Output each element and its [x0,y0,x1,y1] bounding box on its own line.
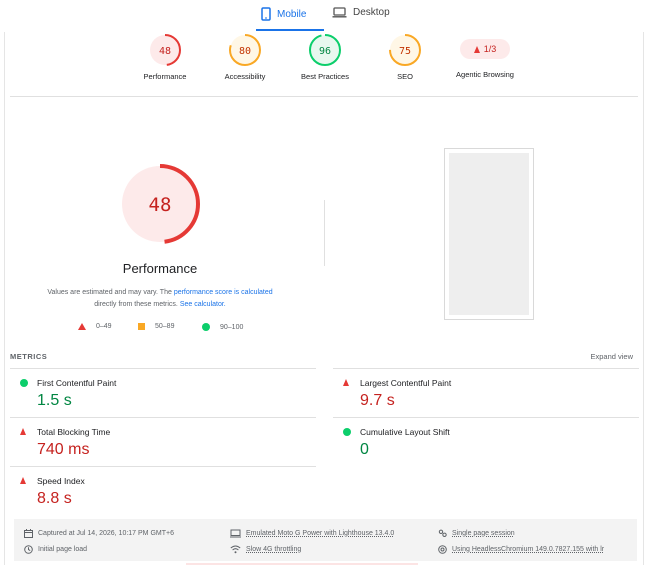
metric-label: Total Blocking Time [37,427,111,437]
browser-version[interactable]: Using HeadlessChromium 149.0.7827.155 wi… [438,545,633,554]
metric-total-blocking-time: Total Blocking Time 740 ms [10,417,316,465]
captured-at: Captured at Jul 14, 2026, 10:17 PM GMT+6 [24,529,174,538]
metric-largest-contentful-paint: Largest Contentful Paint 9.7 s [333,368,639,416]
summary-gauge-agentic-browsing[interactable]: 1/3 Agentic Browsing [440,33,530,79]
score-scale-legend: 0–49 50–89 90–100 [75,323,275,337]
laptop-icon [332,7,347,18]
device-icon [230,529,241,538]
active-tab-indicator [256,29,324,31]
average-square-icon [138,323,145,330]
metrics-title: METRICS [10,352,48,361]
fail-triangle-icon [343,379,349,386]
form-factor-tabs: Mobile Desktop [0,0,649,32]
browser-version-text: Using HeadlessChromium 149.0.7827.155 wi… [452,546,605,553]
initial-page-load: Initial page load [24,545,87,554]
performance-gauge: 48 [120,164,200,244]
legend-fail: 0–49 [78,323,112,330]
calculator-link[interactable]: See calculator. [180,301,226,308]
frame-border-right [643,32,644,565]
frame-border-left [4,32,5,565]
clock-icon [24,545,33,554]
agentic-score: 1/3 [483,44,497,54]
single-page-session-text: Single page session [452,530,515,537]
final-screenshot[interactable] [444,148,534,320]
metric-speed-index: Speed Index 8.8 s [10,466,316,514]
summary-gauge-seo[interactable]: 75 SEO [360,33,450,81]
gauge-ring-performance: 48 [149,34,181,66]
legend-pass: 90–100 [202,323,243,331]
metric-label: Cumulative Layout Shift [360,427,450,437]
gauge-label-agentic-browsing: Agentic Browsing [456,70,514,79]
vertical-divider [324,200,325,266]
performance-score: 48 [149,194,172,216]
calendar-icon [24,529,33,538]
initial-page-load-text: Initial page load [38,546,88,553]
metric-value: 740 ms [37,441,90,458]
summary-divider [10,96,638,97]
fail-triangle-icon [20,477,26,484]
emulated-device-text: Emulated Moto G Power with Lighthouse 13… [246,530,395,537]
metric-first-contentful-paint: First Contentful Paint 1.5 s [10,368,316,416]
gauge-score-performance: 48 [159,46,171,57]
metric-label: First Contentful Paint [37,378,117,388]
wifi-icon [230,545,241,554]
gauge-ring-accessibility: 80 [229,34,261,66]
gauge-label-accessibility: Accessibility [224,72,266,81]
pass-circle-icon [343,428,351,436]
metric-value: 9.7 s [360,392,395,409]
gauge-label-performance: Performance [143,72,187,81]
pass-circle-icon [20,379,28,387]
network-throttling-text: Slow 4G throttling [246,546,302,553]
summary-gauge-accessibility[interactable]: 80 Accessibility [200,33,290,81]
metrics-header: METRICS Expand view [10,352,636,366]
screenshot-image-placeholder [449,153,529,315]
metric-value: 1.5 s [37,392,72,409]
gauge-score-accessibility: 80 [239,46,251,57]
disclaimer-text-a: Values are estimated and may vary. The [47,289,172,296]
pass-circle-icon [202,323,210,331]
score-calculated-link[interactable]: performance score is calculated [174,289,273,296]
gauge-score-best-practices: 96 [319,46,331,57]
agentic-score-pill: 1/3 [460,39,510,59]
tab-desktop[interactable]: Desktop [332,7,390,18]
performance-title: Performance [122,261,198,276]
expand-view-toggle[interactable]: Expand view [590,352,633,361]
tab-mobile[interactable]: Mobile [261,7,306,21]
legend-fail-range: 0–49 [96,323,112,330]
metric-label: Largest Contentful Paint [360,378,452,388]
gauge-label-best-practices: Best Practices [301,72,349,81]
runtime-settings: Captured at Jul 14, 2026, 10:17 PM GMT+6… [14,519,637,561]
legend-pass-range: 90–100 [220,323,244,331]
emulated-device[interactable]: Emulated Moto G Power with Lighthouse 13… [230,529,394,538]
captured-at-text: Captured at Jul 14, 2026, 10:17 PM GMT+6 [38,530,174,537]
tab-mobile-label: Mobile [277,8,307,20]
summary-gauge-performance[interactable]: 48 Performance [120,33,210,81]
gauge-label-seo: SEO [397,72,413,81]
person-icon [438,529,447,538]
disclaimer-text-b: directly from these metrics. [94,301,178,308]
fail-triangle-icon [20,428,26,435]
fail-triangle-icon [473,45,480,53]
metric-value: 0 [360,441,369,458]
legend-average-range: 50–89 [155,323,175,330]
tab-desktop-label: Desktop [353,7,390,18]
score-disclaimer: Values are estimated and may vary. The p… [20,287,300,311]
metric-value: 8.8 s [37,490,72,507]
metric-label: Speed Index [37,476,85,486]
legend-average: 50–89 [138,323,174,330]
fail-triangle-icon [78,323,86,330]
chrome-icon [438,545,447,554]
gauge-score-seo: 75 [399,46,411,57]
network-throttling[interactable]: Slow 4G throttling [230,545,301,554]
gauge-ring-best-practices: 96 [309,34,341,66]
phone-icon [261,7,271,21]
gauge-ring-seo: 75 [389,34,421,66]
scores-summary: 48 Performance 80 Accessibility 96 Best … [0,33,649,93]
summary-gauge-best-practices[interactable]: 96 Best Practices [280,33,370,81]
single-page-session[interactable]: Single page session [438,529,515,538]
metric-cumulative-layout-shift: Cumulative Layout Shift 0 [333,417,639,465]
